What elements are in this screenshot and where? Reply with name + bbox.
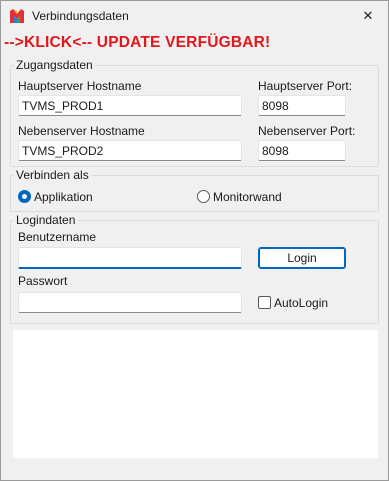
benutzername-input[interactable] — [18, 247, 242, 269]
update-available-banner[interactable]: -->KLICK<-- UPDATE VERFÜGBAR! — [4, 34, 270, 52]
hauptserver-port-label: Hauptserver Port: — [258, 79, 353, 93]
nebenserver-hostname-input[interactable] — [18, 140, 242, 161]
logindaten-legend: Logindaten — [16, 213, 76, 227]
nebenserver-port-input[interactable] — [258, 140, 346, 161]
login-button[interactable]: Login — [258, 247, 346, 269]
hauptserver-hostname-label: Hauptserver Hostname — [18, 79, 142, 93]
window-title: Verbindungsdaten — [32, 9, 129, 23]
connection-dialog: Verbindungsdaten ✕ -->KLICK<-- UPDATE VE… — [0, 0, 389, 481]
monitorwand-radio-label[interactable]: Monitorwand — [213, 190, 282, 204]
close-button[interactable]: ✕ — [354, 4, 382, 28]
hauptserver-hostname-input[interactable] — [18, 95, 242, 116]
benutzername-label: Benutzername — [18, 230, 97, 244]
autologin-checkbox[interactable] — [258, 296, 271, 309]
autologin-label[interactable]: AutoLogin — [274, 296, 328, 310]
monitorwand-radio[interactable] — [197, 190, 210, 203]
applikation-radio-label[interactable]: Applikation — [34, 190, 93, 204]
verbinden-als-legend: Verbinden als — [16, 168, 89, 182]
status-log-area[interactable] — [12, 329, 379, 459]
zugangsdaten-legend: Zugangsdaten — [16, 58, 93, 72]
app-logo-icon — [10, 9, 24, 23]
nebenserver-hostname-label: Nebenserver Hostname — [18, 124, 145, 138]
nebenserver-port-label: Nebenserver Port: — [258, 124, 356, 138]
applikation-radio[interactable] — [18, 190, 31, 203]
title-bar[interactable]: Verbindungsdaten ✕ — [1, 1, 388, 31]
passwort-label: Passwort — [18, 274, 68, 288]
hauptserver-port-input[interactable] — [258, 95, 346, 116]
passwort-input[interactable] — [18, 292, 242, 313]
